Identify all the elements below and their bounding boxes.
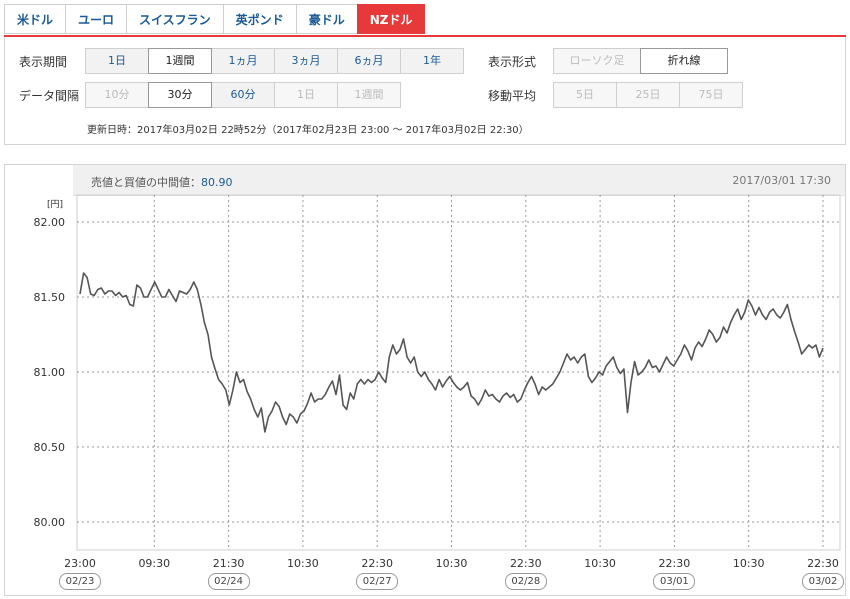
date-label-pill: 02/24: [207, 573, 250, 590]
period-option-5[interactable]: 1年: [400, 48, 464, 74]
ma-label: 移動平均: [488, 89, 537, 103]
interval-option-0[interactable]: 10分: [85, 82, 149, 108]
chart-container: 売値と買値の中間値：80.90 2017/03/01 17:30 82.00 81…: [4, 164, 846, 596]
update-timestamp: 更新日時：2017年03月02日 22時52分（2017年02月23日 23:0…: [87, 125, 529, 136]
x-tick-label: 10:30: [436, 557, 468, 570]
format-options: ローソク足 折れ線: [553, 48, 728, 74]
interval-option-3[interactable]: 1日: [274, 82, 338, 108]
format-option-0[interactable]: ローソク足: [553, 48, 641, 74]
interval-option-1[interactable]: 30分: [148, 82, 212, 108]
control-panel: 表示期間 1日 1週間 1ヵ月 3ヵ月 6ヵ月 1年 データ間隔 10分 30分 60分 1日 1…: [4, 37, 846, 145]
y-tick-label: 80.00: [34, 516, 66, 529]
y-axis-unit: [円]: [47, 199, 63, 210]
y-tick-label: 81.50: [34, 291, 66, 304]
x-tick-label: 09:30: [138, 557, 170, 570]
period-option-3[interactable]: 3ヵ月: [274, 48, 338, 74]
tab-nzd[interactable]: NZドル: [356, 4, 426, 34]
x-tick-label: 22:30: [510, 557, 542, 570]
y-tick-label: 80.50: [34, 441, 66, 454]
x-tick-label: 21:30: [213, 557, 245, 570]
period-options: 1日 1週間 1ヵ月 3ヵ月 6ヵ月 1年: [85, 48, 464, 74]
date-label-pill: 02/28: [504, 573, 547, 590]
x-tick-label: 10:30: [733, 557, 765, 570]
x-tick-label: 23:00: [64, 557, 96, 570]
period-option-4[interactable]: 6ヵ月: [337, 48, 401, 74]
interval-option-4[interactable]: 1週間: [337, 82, 401, 108]
interval-label: データ間隔: [19, 89, 80, 103]
x-tick-label: 10:30: [287, 557, 319, 570]
x-tick-label: 22:30: [361, 557, 393, 570]
tab-eur[interactable]: ユーロ: [65, 4, 127, 34]
tab-aud[interactable]: 豪ドル: [295, 4, 357, 34]
date-label-pill: 03/01: [653, 573, 696, 590]
ma-option-0[interactable]: 5日: [553, 82, 617, 108]
period-option-2[interactable]: 1ヵ月: [211, 48, 275, 74]
date-label-pill: 03/02: [802, 573, 844, 590]
y-tick-label: 82.00: [34, 216, 66, 229]
date-label-pill: 02/27: [356, 573, 399, 590]
tab-usd[interactable]: 米ドル: [4, 4, 66, 34]
period-option-0[interactable]: 1日: [85, 48, 149, 74]
x-tick-label: 22:30: [659, 557, 691, 570]
period-label: 表示期間: [19, 55, 68, 69]
x-tick-label: 10:30: [584, 557, 616, 570]
tab-chf[interactable]: スイスフラン: [126, 4, 223, 34]
tab-gbp[interactable]: 英ポンド: [222, 4, 296, 34]
format-option-1[interactable]: 折れ線: [640, 48, 728, 74]
price-line-chart[interactable]: 82.00 81.50 81.00 80.50 80.00 [円] 23:00 09:30 21…: [5, 165, 845, 595]
currency-tabs: 米ドル ユーロ スイスフラン 英ポンド 豪ドル NZドル: [4, 4, 426, 36]
date-label-pill: 02/23: [59, 573, 101, 590]
y-tick-label: 81.00: [34, 366, 66, 379]
ma-option-1[interactable]: 25日: [616, 82, 680, 108]
interval-option-2[interactable]: 60分: [211, 82, 275, 108]
format-label: 表示形式: [488, 55, 537, 69]
x-tick-label: 22:30: [807, 557, 839, 570]
ma-option-2[interactable]: 75日: [679, 82, 743, 108]
ma-options: 5日 25日 75日: [553, 82, 743, 108]
period-option-1[interactable]: 1週間: [148, 48, 212, 74]
interval-options: 10分 30分 60分 1日 1週間: [85, 82, 401, 108]
